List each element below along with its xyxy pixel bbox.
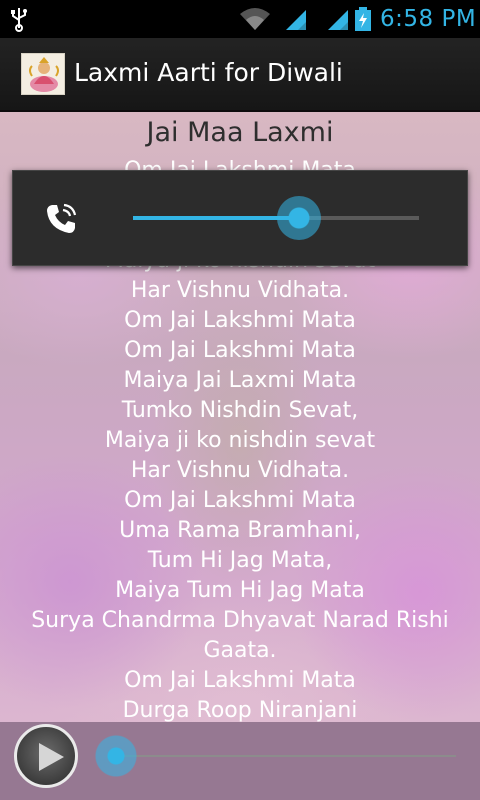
signal-icon	[328, 10, 348, 30]
lyric-line: Om Jai Lakshmi Mata	[124, 338, 356, 363]
lyric-line: Har Vishnu Vidhata.	[130, 458, 350, 483]
app-title: Laxmi Aarti for Diwali	[74, 58, 343, 87]
status-bar: 6:58 PM	[0, 0, 480, 38]
usb-icon	[11, 8, 27, 32]
seek-bar-track[interactable]	[94, 734, 456, 778]
play-button[interactable]	[14, 724, 78, 788]
lakshmi-icon	[22, 54, 64, 94]
lyric-line: Om Jai Lakshmi Mata	[124, 488, 356, 513]
lyric-line: Uma Rama Bramhani,	[119, 518, 361, 543]
volume-slider-fill	[133, 216, 299, 220]
wifi-icon	[240, 8, 270, 30]
lyric-line: Maiya Tum Hi Jag Mata	[115, 578, 365, 603]
seek-bar-thumb[interactable]	[94, 734, 138, 778]
volume-dialog	[12, 170, 468, 266]
volume-slider-thumb[interactable]	[276, 196, 321, 240]
app-icon[interactable]	[21, 53, 65, 95]
battery-charging-icon	[355, 7, 371, 31]
lyric-line: Tumko Nishdin Sevat,	[121, 398, 359, 423]
lyric-line: Gaata.	[203, 638, 277, 663]
lyric-line: Har Vishnu Vidhata.	[130, 278, 350, 303]
volume-slider-track[interactable]	[133, 196, 419, 240]
lyric-line: Durga Roop Niranjani	[122, 698, 358, 722]
player-bar	[0, 722, 480, 800]
play-icon	[39, 743, 64, 771]
signal-icon	[286, 10, 306, 30]
lyrics-title: Jai Maa Laxmi	[146, 117, 334, 148]
lyric-line: Om Jai Lakshmi Mata	[124, 668, 356, 693]
lyric-line: Om Jai Lakshmi Mata	[124, 308, 356, 333]
lyric-line: Maiya ji ko nishdin sevat	[104, 428, 376, 453]
lyric-line: Maiya Jai Laxmi Mata	[123, 368, 357, 393]
phone-call-icon	[47, 203, 77, 233]
lyric-line: Tum Hi Jag Mata,	[147, 548, 333, 573]
action-bar: Laxmi Aarti for Diwali	[0, 38, 480, 112]
status-time: 6:58 PM	[380, 6, 477, 32]
lyric-line: Surya Chandrma Dhyavat Narad Rishi	[31, 608, 449, 633]
